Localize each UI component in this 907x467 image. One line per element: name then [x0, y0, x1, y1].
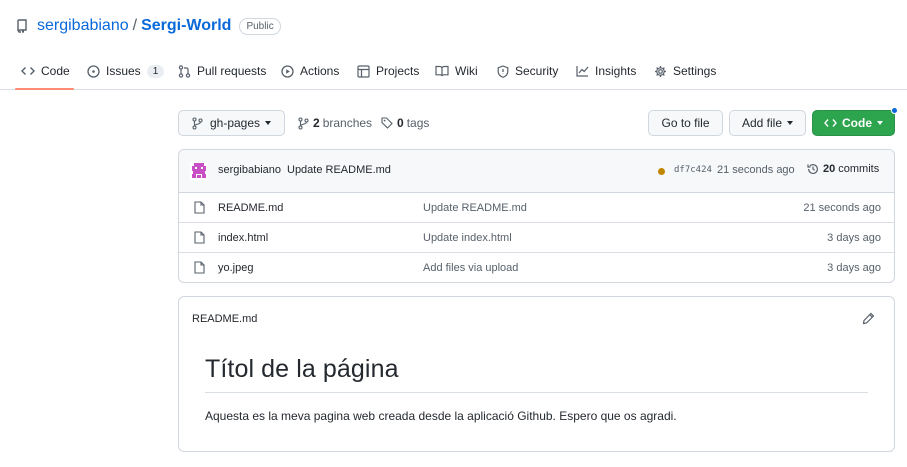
tab-label: Issues [106, 64, 141, 78]
commit-count: 20 [823, 163, 836, 175]
file-age: 21 seconds ago [803, 202, 881, 214]
file-icon [194, 201, 205, 214]
go-to-file-button[interactable]: Go to file [648, 110, 723, 136]
latest-commit-bar: sergibabiano Update README.md df7c424 21… [179, 150, 894, 193]
commit-message[interactable]: Update README.md [287, 164, 391, 176]
issues-counter: 1 [146, 64, 165, 78]
issue-icon [87, 64, 100, 78]
tab-label: Wiki [455, 64, 478, 78]
tab-label: Actions [300, 64, 340, 78]
book-icon [435, 65, 449, 77]
avatar[interactable] [190, 162, 208, 180]
file-icon [194, 231, 205, 244]
file-row[interactable]: yo.jpeg Add files via upload 3 days ago [179, 253, 894, 282]
commit-sha[interactable]: df7c424 [674, 165, 712, 175]
branch-select-button[interactable]: gh-pages [178, 110, 285, 136]
pull-request-icon [178, 64, 191, 78]
gear-icon [655, 65, 666, 77]
tab-label: Projects [376, 64, 420, 78]
pencil-icon[interactable] [862, 312, 875, 325]
file-name[interactable]: index.html [218, 232, 268, 244]
tab-projects[interactable]: Projects [357, 52, 419, 90]
tags-link[interactable]: 0 tags [381, 115, 429, 131]
file-commit-message[interactable]: Add files via upload [423, 262, 518, 274]
readme-divider [205, 392, 868, 393]
code-button[interactable]: Code [812, 110, 895, 136]
tag-icon [381, 117, 393, 129]
file-browser: sergibabiano Update README.md df7c424 21… [178, 149, 895, 283]
history-icon [807, 164, 818, 175]
tags-count: 0 [397, 116, 404, 130]
tab-insights[interactable]: Insights [576, 52, 636, 90]
graph-icon [576, 66, 589, 77]
chevron-down-icon [787, 121, 794, 125]
code-icon [21, 67, 35, 75]
file-icon [194, 261, 205, 274]
tab-code[interactable]: Code [21, 52, 70, 90]
tab-label: Code [41, 64, 70, 78]
repo-header: sergibabiano / Sergi-World Public [16, 14, 281, 38]
commit-time: 21 seconds ago [717, 164, 795, 176]
branch-icon [298, 116, 309, 130]
branches-link[interactable]: 2 branches [298, 115, 372, 131]
branch-icon [192, 116, 203, 130]
commit-status-dot[interactable] [658, 168, 665, 175]
tab-label: Security [515, 64, 559, 78]
tab-wiki[interactable]: Wiki [435, 52, 478, 90]
shield-icon [497, 64, 509, 78]
file-name[interactable]: README.md [218, 202, 283, 214]
code-icon [824, 119, 837, 127]
commit-count-label: commits [838, 163, 880, 175]
file-commit-message[interactable]: Update README.md [423, 202, 527, 214]
table-icon [357, 64, 370, 78]
branches-count: 2 [313, 116, 320, 130]
tab-label: Insights [595, 64, 637, 78]
repo-icon [16, 19, 28, 33]
repo-separator: / [132, 17, 138, 34]
chevron-down-icon [877, 121, 883, 125]
file-age: 3 days ago [827, 232, 881, 244]
notification-dot [891, 107, 898, 114]
tab-label: Pull requests [197, 64, 267, 78]
repo-name-link[interactable]: Sergi-World [141, 17, 231, 35]
file-commit-message[interactable]: Update index.html [423, 232, 512, 244]
repo-owner-link[interactable]: sergibabiano [37, 17, 129, 35]
repo-nav-tabs: Code Issues 1 Pull requests Actions Proj… [0, 52, 907, 90]
chevron-down-icon [265, 121, 272, 125]
tab-issues[interactable]: Issues 1 [87, 52, 165, 90]
commit-history-link[interactable]: 20 commits [807, 163, 879, 175]
file-row[interactable]: README.md Update README.md 21 seconds ag… [179, 193, 894, 223]
branches-label: branches [322, 116, 373, 130]
add-file-button[interactable]: Add file [729, 110, 806, 136]
readme-paragraph: Aquesta es la meva pagina web creada des… [205, 409, 677, 423]
add-file-label: Add file [741, 116, 783, 130]
file-name[interactable]: yo.jpeg [218, 262, 253, 274]
file-age: 3 days ago [827, 262, 881, 274]
tags-label: tags [406, 116, 430, 130]
play-icon [281, 64, 294, 78]
code-button-label: Code [842, 116, 872, 130]
tab-label: Settings [673, 64, 717, 78]
readme-heading: Títol de la página [205, 355, 399, 383]
tab-security[interactable]: Security [497, 52, 558, 90]
branch-name: gh-pages [209, 116, 261, 130]
commit-author[interactable]: sergibabiano [218, 164, 281, 176]
visibility-badge: Public [239, 17, 281, 35]
file-row[interactable]: index.html Update index.html 3 days ago [179, 223, 894, 253]
tab-settings[interactable]: Settings [654, 52, 716, 90]
tab-actions[interactable]: Actions [281, 52, 339, 90]
tab-pull-requests[interactable]: Pull requests [178, 52, 266, 90]
readme-panel: README.md Títol de la página Aquesta es … [178, 296, 895, 452]
selected-tab-underline [15, 88, 74, 90]
readme-filename: README.md [192, 313, 258, 325]
